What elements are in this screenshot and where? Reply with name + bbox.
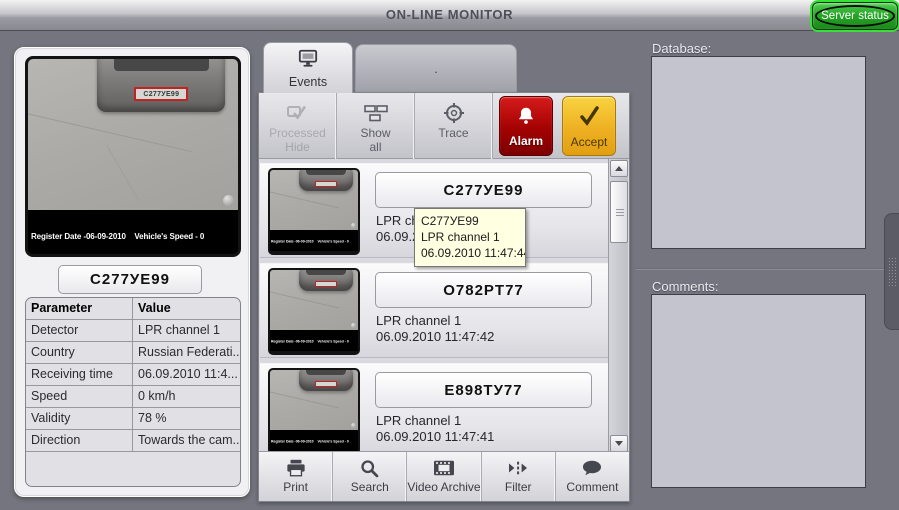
thumb-register-overlay: Register Date -06-09-2010 Vehicle's Spee… [270,330,358,351]
server-status-indicator-ring: Server status [815,5,895,27]
comment-button[interactable]: Comment [556,452,629,501]
online-monitor-window: { "title_bar": { "title": "ON-LINE MONIT… [0,0,899,510]
event-thumbnail: Register Date -06-09-2010 Vehicle's Spee… [268,368,360,453]
table-row: Receiving time 06.09.2010 11:4... [26,364,240,386]
tooltip-channel: LPR channel 1 [421,230,500,244]
speech-bubble-icon [581,457,603,479]
event-tooltip: C277УЕ99 LPR channel 1 06.09.2010 11:47:… [414,208,526,267]
comments-label: Comments: [652,279,719,294]
event-time: 06.09.2010 11:47:41 [376,429,495,444]
table-row: Validity 78 % [26,408,240,430]
scroll-down-button[interactable] [610,435,628,452]
alarm-button[interactable]: Alarm [499,96,553,156]
tab-events[interactable]: Events [263,42,353,93]
trace-button[interactable]: Trace [415,93,493,159]
database-label: Database: [652,41,712,56]
pan-cursor-icon [223,195,234,206]
vehicle-image: С277УЕ99 [97,59,226,112]
vehicle-plate-highlight: С277УЕ99 [134,87,189,102]
panel-splitter-handle[interactable] [884,213,899,330]
comments-box[interactable] [651,294,866,488]
server-status-label: Server status [821,10,889,22]
thumb-register-overlay: Register Date -06-09-2010 Vehicle's Spee… [270,230,358,251]
events-toolbar: Processed Hide Show all Trace Alarm Acce… [259,93,629,159]
scroll-up-button[interactable] [610,160,628,177]
actions-toolbar: Print Search Video Archive Filter Commen… [259,451,629,501]
thumb-register-overlay: Register Date -06-09-2010 Vehicle's Spee… [270,430,358,451]
camera-photo: С277УЕ99 [28,59,238,210]
table-row: Country Russian Federati... [26,342,240,364]
bell-icon [515,105,537,132]
table-row: Detector LPR channel 1 [26,320,240,342]
active-event-panel: С277УЕ99 Register Date -06-09-2010 Vehic… [14,47,250,497]
filter-arrows-icon [506,457,530,479]
event-thumbnail: Register Date -06-09-2010 Vehicle's Spee… [268,168,360,255]
tab-secondary[interactable]: . [355,44,517,93]
table-row: Direction Towards the cam... [26,430,240,452]
recognized-plate-button[interactable]: C277УЕ99 [58,265,202,294]
event-row-3[interactable]: Register Date -06-09-2010 Vehicle's Spee… [260,363,608,453]
events-frame: Processed Hide Show all Trace Alarm Acce… [258,92,630,502]
print-button[interactable]: Print [259,452,334,501]
parameter-table: Parameter Value Detector LPR channel 1 C… [25,297,241,487]
target-icon [442,100,466,126]
event-channel: LPR channel 1 [376,313,462,328]
events-scrollbar[interactable] [608,159,628,453]
printer-icon [285,457,307,479]
event-plate-label: O782PT77 [375,272,592,308]
monitor-icon [296,48,320,73]
event-time: 06.09.2010 11:47:42 [376,329,495,344]
arrow-up-icon [615,166,623,171]
filmstrip-icon [432,457,456,479]
search-icon [359,457,380,479]
accept-button[interactable]: Accept [562,96,616,156]
table-header-row: Parameter Value [26,298,240,320]
grip-dots-icon [888,257,897,287]
tooltip-plate: C277УЕ99 [421,214,479,228]
column-header-value: Value [138,301,171,315]
filter-button[interactable]: Filter [482,452,556,501]
right-panel-divider [636,268,884,270]
scrollbar-thumb[interactable] [610,181,628,243]
register-info-overlay: Register Date -06-09-2010 Vehicle's Spee… [28,210,238,254]
title-bar: ON-LINE MONITOR [0,0,899,31]
database-box[interactable] [651,56,866,249]
event-plate-label: C277УЕ99 [375,172,592,208]
video-archive-button[interactable]: Video Archive [407,452,482,501]
check-icon [576,104,602,133]
event-thumbnail: Register Date -06-09-2010 Vehicle's Spee… [268,268,360,355]
search-button[interactable]: Search [333,452,408,501]
tooltip-time: 06.09.2010 11:47:44 [421,246,526,260]
event-plate-label: E898TУ77 [375,372,592,408]
server-status-button[interactable]: Server status [812,2,898,30]
event-row-2[interactable]: Register Date -06-09-2010 Vehicle's Spee… [260,263,608,358]
processed-hide-button[interactable]: Processed Hide [259,93,337,159]
windows-icon [363,100,389,126]
column-header-parameter: Parameter [26,298,133,319]
events-list: Register Date -06-09-2010 Vehicle's Spee… [259,159,629,453]
page-title: ON-LINE MONITOR [385,7,514,22]
show-all-button[interactable]: Show all [337,93,415,159]
processed-check-icon [286,100,310,126]
camera-frame-image: С277УЕ99 Register Date -06-09-2010 Vehic… [25,56,241,257]
arrow-down-icon [615,441,623,446]
table-row: Speed 0 km/h [26,386,240,408]
event-channel: LPR channel 1 [376,413,462,428]
